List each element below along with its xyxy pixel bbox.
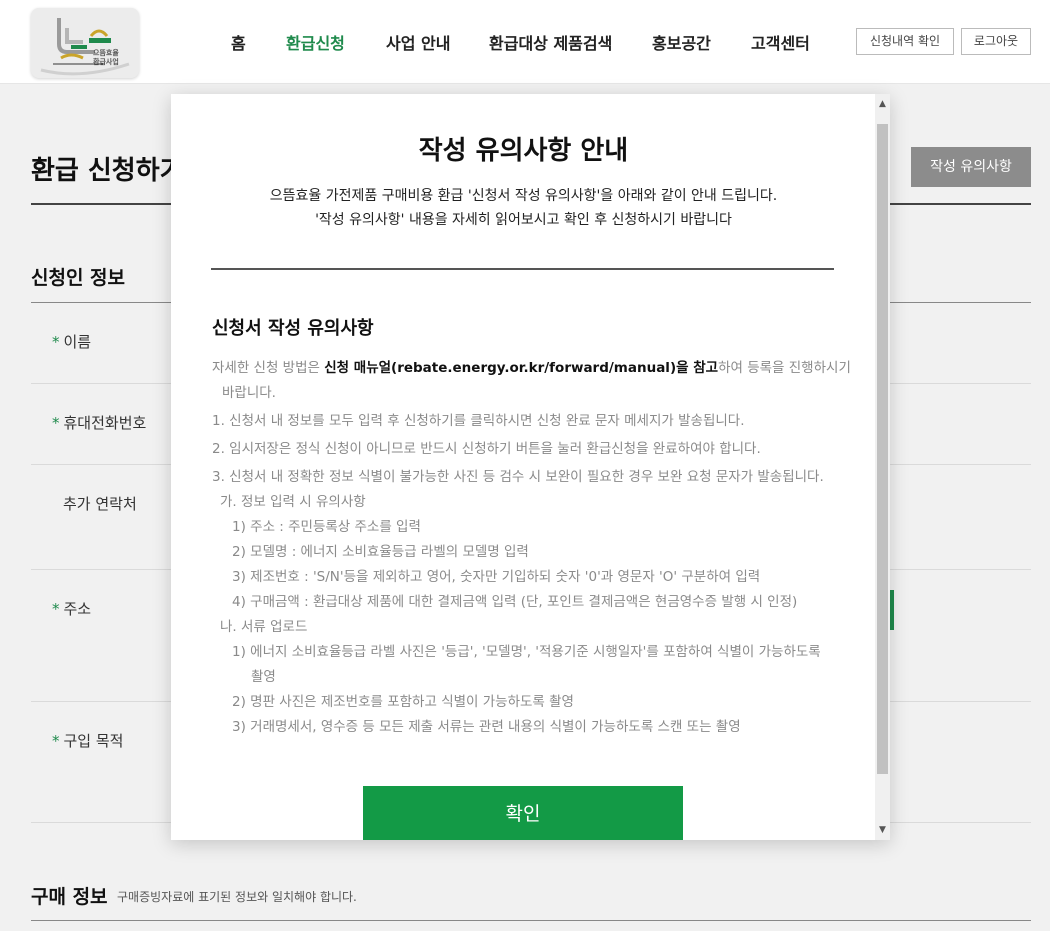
site-logo[interactable]: 으뜸효율 환급사업 — [31, 8, 139, 78]
modal-subitem: 1) 주소 : 주민등록상 주소를 입력 — [232, 519, 421, 535]
field-purpose-label: * 구입 목적 — [52, 730, 123, 751]
notice-modal: 작성 유의사항 안내 으뜸효율 가전제품 구매비용 환급 '신청서 작성 유의사… — [171, 94, 890, 840]
field-address-label: * 주소 — [52, 598, 91, 619]
logo-text-1: 으뜸효율 — [93, 49, 119, 57]
nav-program-info[interactable]: 사업 안내 — [386, 30, 450, 54]
modal-intro-1: 으뜸효율 가전제품 구매비용 환급 '신청서 작성 유의사항'을 아래와 같이 … — [269, 188, 778, 204]
field-name-label: * 이름 — [52, 331, 91, 352]
modal-title: 작성 유의사항 안내 — [418, 136, 629, 166]
modal-subitem-heading: 나. 서류 업로드 — [220, 619, 308, 635]
purchase-section-desc: 구매증빙자료에 표기된 정보와 일치해야 합니다. — [117, 890, 357, 904]
logout-button[interactable]: 로그아웃 — [961, 28, 1031, 55]
scroll-down-arrow-icon[interactable]: ▼ — [875, 822, 890, 840]
nav-rebate-apply[interactable]: 환급신청 — [286, 30, 345, 54]
required-mark: * — [52, 333, 60, 351]
field-purpose-text: 구입 목적 — [63, 732, 124, 750]
field-phone-text: 휴대전화번호 — [63, 414, 147, 432]
nav-home[interactable]: 홈 — [231, 30, 246, 54]
modal-subitem: 4) 구매금액 : 환급대상 제품에 대한 결제금액 입력 (단, 포인트 결제… — [232, 594, 798, 610]
site-header: 으뜸효율 환급사업 홈 환급신청 사업 안내 환급대상 제품검색 홍보공간 고객… — [0, 0, 1050, 84]
modal-subitem: 3) 제조번호 : 'S/N'등을 제외하고 영어, 숫자만 기입하되 숫자 '… — [232, 569, 761, 585]
nav-promotion[interactable]: 홍보공간 — [652, 30, 711, 54]
modal-item: 2. 임시저장은 정식 신청이 아니므로 반드시 신청하기 버튼을 눌러 환급신… — [212, 441, 761, 457]
modal-subitem-cont: 촬영 — [251, 669, 276, 685]
modal-item: 1. 신청서 내 정보를 모두 입력 후 신청하기를 클릭하시면 신청 완료 문… — [212, 413, 745, 429]
scroll-thumb[interactable] — [877, 124, 888, 774]
notice-button[interactable]: 작성 유의사항 — [911, 147, 1031, 187]
field-phone-label: * 휴대전화번호 — [52, 412, 146, 433]
page-title: 환급 신청하기 — [31, 156, 184, 186]
modal-lead: 자세한 신청 방법은 신청 매뉴얼(rebate.energy.or.kr/fo… — [212, 356, 851, 376]
modal-subitem: 2) 명판 사진은 제조번호를 포함하고 식별이 가능하도록 촬영 — [232, 694, 574, 710]
modal-scrollbar[interactable]: ▲ ▼ — [875, 94, 890, 840]
field-name-text: 이름 — [63, 333, 92, 351]
required-mark: * — [52, 414, 60, 432]
modal-item: 3. 신청서 내 정확한 정보 식별이 불가능한 사진 등 검수 시 보완이 필… — [212, 469, 824, 485]
purchase-section-title: 구매 정보 — [31, 886, 108, 908]
lead-post: 하여 등록을 진행하시기 — [718, 360, 851, 376]
manual-link[interactable]: 신청 매뉴얼(rebate.energy.or.kr/forward/manua… — [324, 360, 718, 376]
modal-subitem: 3) 거래명세서, 영수증 등 모든 제출 서류는 관련 내용의 식별이 가능하… — [232, 719, 741, 735]
field-address-text: 주소 — [63, 600, 92, 618]
logo-graphic — [31, 8, 139, 78]
lead-pre: 자세한 신청 방법은 — [212, 360, 325, 376]
history-button[interactable]: 신청내역 확인 — [856, 28, 954, 55]
logo-text-2: 환급사업 — [93, 58, 119, 66]
section-divider — [31, 920, 1031, 921]
applicant-section-title: 신청인 정보 — [31, 267, 126, 289]
modal-subitem: 1) 에너지 소비효율등급 라벨 사진은 '등급', '모델명', '적용기준 … — [232, 644, 821, 660]
nav-product-search[interactable]: 환급대상 제품검색 — [489, 30, 612, 54]
scroll-up-arrow-icon[interactable]: ▲ — [875, 94, 890, 112]
modal-subtitle: 신청서 작성 유의사항 — [212, 318, 374, 339]
modal-intro-2: '작성 유의사항' 내용을 자세히 읽어보시고 확인 후 신청하시기 바랍니다 — [315, 212, 732, 228]
modal-subitem-heading: 가. 정보 입력 시 유의사항 — [220, 494, 366, 510]
field-extra-contact-label: 추가 연락처 — [63, 495, 137, 513]
confirm-button[interactable]: 확인 — [363, 786, 683, 840]
modal-lead-cont: 바랍니다. — [222, 385, 276, 401]
nav-customer-center[interactable]: 고객센터 — [751, 30, 810, 54]
required-mark: * — [52, 732, 60, 750]
required-mark: * — [52, 600, 60, 618]
modal-subitem: 2) 모델명 : 에너지 소비효율등급 라벨의 모델명 입력 — [232, 544, 529, 560]
modal-divider — [211, 268, 834, 270]
